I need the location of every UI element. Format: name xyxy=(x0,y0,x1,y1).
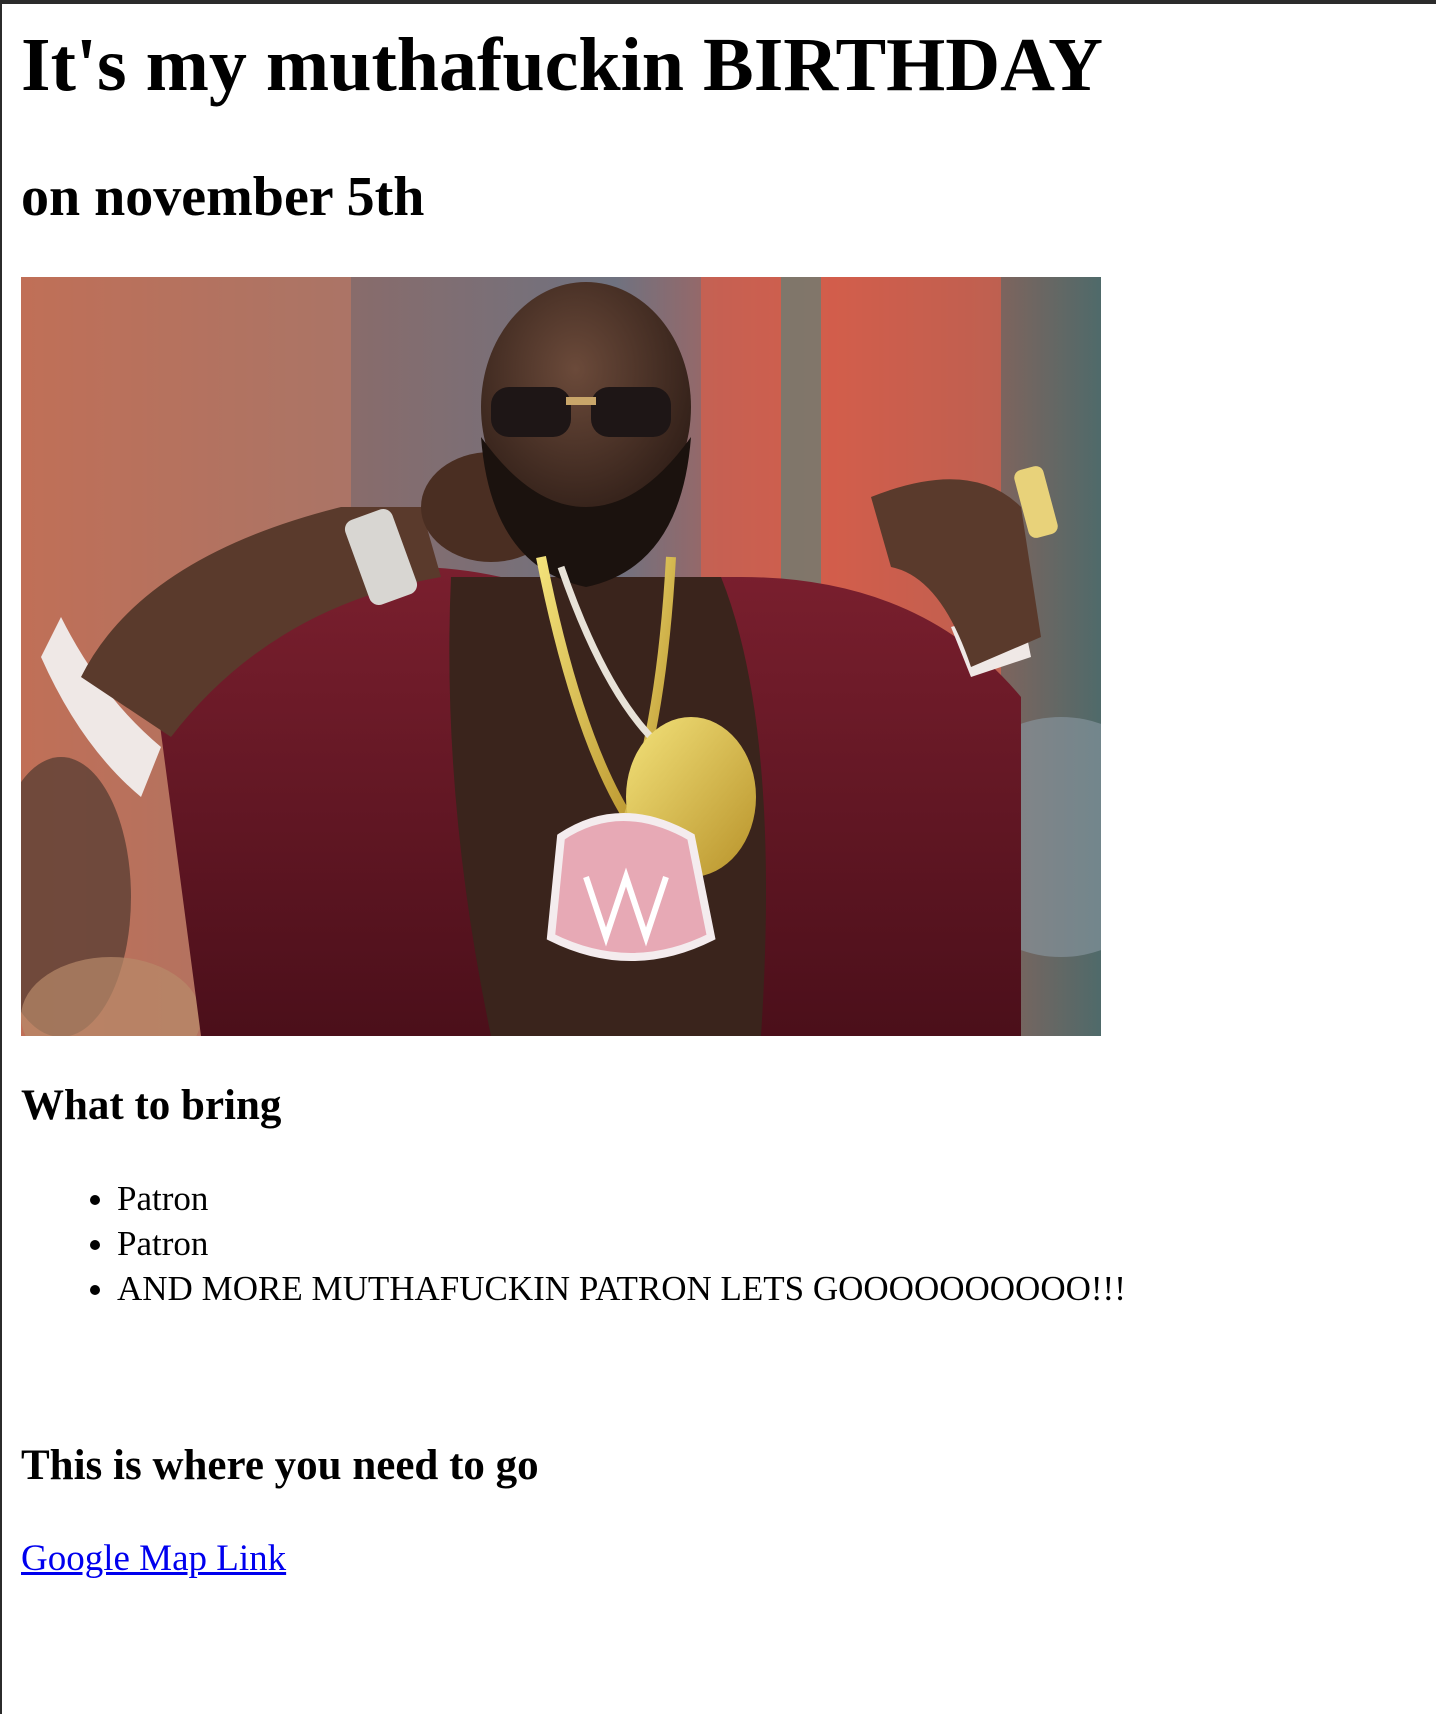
bring-list: Patron Patron AND MORE MUTHAFUCKIN PATRO… xyxy=(21,1176,1126,1311)
page-title: It's my muthafuckin BIRTHDAY xyxy=(21,23,1103,107)
page-subtitle: on november 5th xyxy=(21,166,425,228)
list-item: Patron xyxy=(117,1176,1126,1221)
location-heading: This is where you need to go xyxy=(21,1442,539,1489)
bring-heading: What to bring xyxy=(21,1082,282,1129)
performer-photo xyxy=(21,277,1101,1036)
window-left-border xyxy=(0,0,2,1714)
google-map-link[interactable]: Google Map Link xyxy=(21,1536,286,1582)
list-item: AND MORE MUTHAFUCKIN PATRON LETS GOOOOOO… xyxy=(117,1266,1126,1311)
list-item: Patron xyxy=(117,1221,1126,1266)
window-top-border xyxy=(0,0,1436,4)
